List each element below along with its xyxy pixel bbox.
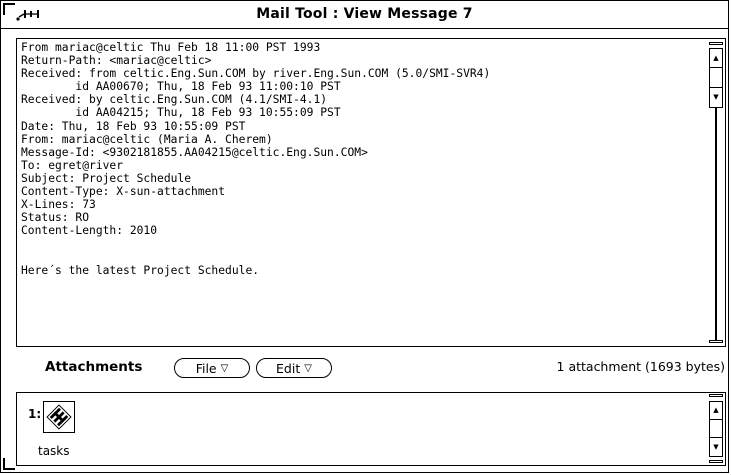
window-title: Mail Tool : View Message 7 — [256, 6, 473, 22]
message-line: From: mariac@celtic (Maria A. Cherem) — [21, 132, 273, 146]
scroll-down-arrow-icon[interactable]: ▼ — [710, 438, 722, 456]
scroll-drag-box[interactable] — [710, 68, 722, 88]
file-menu-label: File — [195, 360, 217, 376]
message-line: To: egret@river — [21, 158, 124, 172]
message-line: Content-Type: X-sun-attachment — [21, 185, 226, 199]
title-bar[interactable]: Mail Tool : View Message 7 — [1, 1, 728, 29]
edit-menu-label: Edit — [276, 360, 301, 376]
attachment-status: 1 attachment (1693 bytes) — [556, 359, 725, 374]
sun-logo-icon[interactable] — [43, 401, 75, 433]
attachment-number: 1: — [28, 407, 42, 421]
scrollbar-bottom-anchor[interactable] — [709, 460, 723, 463]
message-line: Status: RO — [21, 211, 90, 225]
scrollbar-elevator[interactable]: ▲ ▼ — [709, 48, 723, 108]
message-line: id AA04215; Thu, 18 Feb 93 10:55:09 PST — [21, 106, 341, 120]
scrollbar-top-anchor[interactable] — [709, 42, 723, 45]
attachments-control-row: Attachments File ▽ Edit ▽ 1 attachment (… — [1, 353, 731, 381]
message-line: id AA00670; Thu, 18 Feb 93 11:00:10 PST — [21, 80, 341, 94]
message-line: Subject: Project Schedule — [21, 171, 192, 185]
attachment-name: tasks — [38, 444, 70, 458]
scrollbar-elevator[interactable]: ▲ ▼ — [709, 401, 723, 457]
scrollbar-top-anchor[interactable] — [709, 394, 723, 397]
scroll-down-arrow-icon[interactable]: ▼ — [710, 88, 722, 107]
attachments-label: Attachments — [45, 359, 143, 375]
scroll-up-arrow-icon[interactable]: ▲ — [710, 49, 722, 69]
message-line: From mariac@celtic Thu Feb 18 11:00 PST … — [21, 41, 321, 54]
message-body[interactable]: From mariac@celtic Thu Feb 18 11:00 PST … — [21, 41, 490, 277]
message-line: Here´s the latest Project Schedule. — [21, 263, 260, 277]
message-line: Return-Path: <mariac@celtic> — [21, 54, 212, 68]
scroll-up-arrow-icon[interactable]: ▲ — [710, 402, 722, 420]
menu-triangle-icon: ▽ — [304, 362, 312, 374]
file-menu-button[interactable]: File ▽ — [174, 358, 250, 378]
edit-menu-button[interactable]: Edit ▽ — [256, 358, 332, 378]
menu-triangle-icon: ▽ — [220, 362, 229, 374]
resize-corner-bottom-left[interactable] — [3, 458, 15, 470]
message-line: Received: from celtic.Eng.Sun.COM by riv… — [21, 67, 491, 81]
message-line: Received: by celtic.Eng.Sun.COM (4.1/SMI… — [21, 93, 328, 107]
attachment-pane[interactable]: 1: tasks — [16, 392, 726, 466]
message-line: Date: Thu, 18 Feb 93 10:55:09 PST — [21, 119, 246, 133]
message-line: Content-Length: 2010 — [21, 224, 158, 238]
mail-tool-window: Mail Tool : View Message 7 From mariac@c… — [0, 0, 729, 473]
message-line: Message-Id: <9302181855.AA04215@celtic.E… — [21, 145, 368, 159]
attachment-scrollbar[interactable]: ▲ ▼ — [709, 394, 723, 464]
message-scrollbar[interactable]: ▲ ▼ — [709, 42, 723, 347]
scroll-drag-box[interactable] — [710, 420, 722, 439]
message-text-pane[interactable]: From mariac@celtic Thu Feb 18 11:00 PST … — [16, 38, 726, 347]
scrollbar-cable[interactable] — [715, 108, 717, 340]
scrollbar-bottom-anchor[interactable] — [709, 340, 723, 343]
message-line: X-Lines: 73 — [21, 198, 96, 212]
